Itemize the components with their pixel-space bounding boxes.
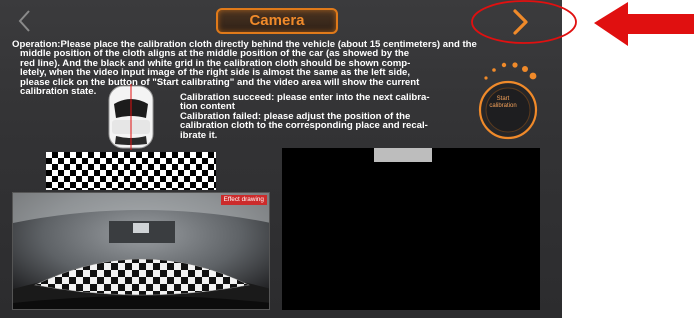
effect-drawing-badge: Effect drawing bbox=[220, 195, 267, 205]
calibration-cloth-pattern bbox=[46, 152, 216, 190]
fail-line: ibrate it. bbox=[180, 129, 218, 141]
start-label-line: calibration bbox=[489, 103, 517, 109]
annotation-arrow-icon bbox=[594, 2, 694, 46]
start-label-line: Start bbox=[496, 96, 510, 102]
reference-video-area: Effect drawing bbox=[12, 192, 270, 310]
start-calibration-button[interactable]: Start calibration bbox=[478, 96, 528, 110]
car-top-view-icon bbox=[108, 84, 154, 150]
fail-line: calibration cloth to the corresponding p… bbox=[180, 120, 428, 132]
back-chevron-icon[interactable] bbox=[12, 6, 38, 36]
video-status-tab bbox=[374, 148, 432, 162]
parking-garage-fisheye-view bbox=[13, 193, 269, 309]
camera-input-video-area bbox=[282, 148, 540, 310]
annotation-ellipse-icon bbox=[471, 0, 577, 44]
calibration-status-text: Calibration succeed: please enter into t… bbox=[180, 92, 460, 141]
page-title: Camera bbox=[216, 8, 338, 34]
